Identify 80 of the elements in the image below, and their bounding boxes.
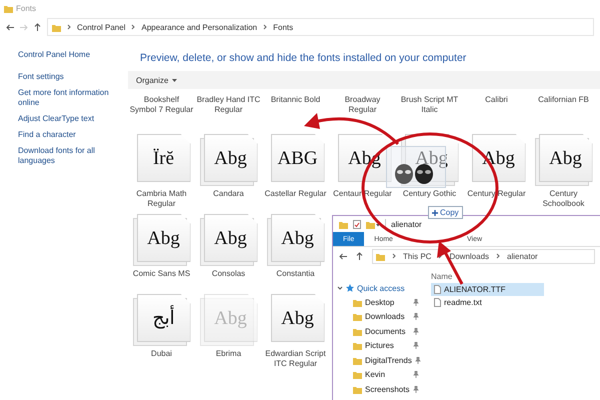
- font-sample: Ïrĕ: [152, 148, 174, 168]
- nav-item[interactable]: Documents: [365, 326, 410, 336]
- file-row[interactable]: readme.txt: [431, 296, 544, 309]
- pin-icon[interactable]: [413, 386, 419, 393]
- sidebar-link[interactable]: Get more font information online: [18, 88, 128, 108]
- dropdown-caret-icon: [172, 78, 178, 82]
- alien-head-icon: [395, 164, 413, 184]
- font-sample: Abg: [214, 308, 247, 328]
- star-icon: [346, 284, 354, 292]
- font-sample: Abg: [214, 228, 247, 248]
- nav-item[interactable]: Desktop: [365, 298, 410, 307]
- nav-item[interactable]: DigitalTrends: [365, 356, 412, 365]
- pin-icon[interactable]: [413, 298, 419, 306]
- column-header[interactable]: Name: [431, 269, 600, 283]
- font-sample: Abg: [147, 228, 180, 248]
- back-arrow-icon[interactable]: [339, 252, 347, 260]
- font-name: Bookshelf Symbol 7 Regular: [130, 95, 194, 116]
- breadcrumb-item[interactable]: Appearance and Personalization: [141, 22, 258, 32]
- font-name: Edwardian Script ITC Regular: [264, 349, 327, 369]
- font-name: Californian FB: [537, 95, 590, 106]
- breadcrumb-item[interactable]: This PC: [403, 252, 432, 260]
- up-arrow-icon[interactable]: [356, 252, 363, 260]
- font-sample: Abg: [281, 228, 314, 248]
- pin-icon[interactable]: [413, 342, 419, 350]
- font-name: Britannic Bold: [270, 95, 322, 106]
- nav-item[interactable]: Pictures: [365, 341, 410, 350]
- file-name: ALIENATOR.TTF: [444, 285, 506, 294]
- font-name: Dubai: [150, 349, 173, 360]
- pin-icon[interactable]: [413, 328, 419, 335]
- pin-icon[interactable]: [413, 313, 419, 320]
- file-name: readme.txt: [444, 298, 482, 307]
- fonts-folder-icon: [52, 22, 61, 32]
- font-name: Brush Script MT Italic: [400, 95, 460, 116]
- breadcrumb-item[interactable]: alienator: [507, 252, 538, 260]
- font-sample: Abg: [214, 148, 247, 168]
- nav-item[interactable]: Kevin: [365, 370, 410, 380]
- font-sample: Abg: [281, 308, 314, 328]
- breadcrumb-item[interactable]: Fonts: [273, 22, 294, 32]
- pin-icon[interactable]: [413, 371, 419, 378]
- folder-dropdown-icon[interactable]: [366, 220, 380, 228]
- font-name: Centaur Regular: [332, 189, 393, 200]
- sidebar-link[interactable]: Download fonts for all languages: [18, 146, 128, 166]
- copy-label: Copy: [440, 208, 459, 217]
- font-name: Comic Sans MS: [132, 269, 192, 280]
- plus-icon: [432, 210, 438, 216]
- font-name: Castellar Regular: [264, 189, 328, 200]
- sidebar-link[interactable]: Font settings: [18, 72, 128, 82]
- font-name: Century Schoolbook: [542, 189, 586, 209]
- font-name: Candara: [212, 189, 245, 200]
- font-sample: ABG: [277, 148, 318, 168]
- font-name: Ebrima: [214, 349, 242, 360]
- file-row[interactable]: ALIENATOR.TTF: [431, 283, 544, 296]
- breadcrumb-item[interactable]: Control Panel: [77, 22, 126, 32]
- font-name: Broadway Regular: [344, 95, 382, 116]
- expand-chevron-icon[interactable]: [337, 286, 343, 290]
- font-sample: Abg: [549, 148, 582, 168]
- sidebar-link[interactable]: Find a character: [18, 130, 128, 140]
- font-name: Cambria Math Regular: [135, 189, 188, 209]
- nav-item[interactable]: Quick access: [357, 284, 405, 292]
- nav-item[interactable]: Screenshots: [365, 384, 410, 394]
- properties-icon[interactable]: [353, 220, 361, 228]
- folder-icon: [339, 220, 348, 228]
- fonts-folder-icon: [4, 4, 13, 12]
- font-name: Century Gothic: [402, 189, 458, 200]
- font-name: Bradley Hand ITC Regular: [196, 95, 260, 116]
- organize-button[interactable]: Organize: [130, 74, 184, 86]
- nav-item[interactable]: Downloads: [365, 312, 410, 322]
- folder-icon: [376, 252, 385, 260]
- font-name: Constantia: [275, 269, 316, 280]
- sidebar-link[interactable]: Control Panel Home: [18, 50, 128, 60]
- font-name: Consolas: [210, 269, 246, 280]
- window-title: alienator: [391, 220, 422, 228]
- up-arrow-icon[interactable]: [34, 23, 41, 31]
- back-arrow-icon[interactable]: [6, 24, 14, 30]
- sidebar-link[interactable]: Adjust ClearType text: [18, 114, 128, 124]
- window-title: Fonts: [16, 4, 36, 12]
- pin-icon[interactable]: [414, 356, 421, 364]
- font-name: Calibri: [484, 95, 509, 106]
- page-heading: Preview, delete, or show and hide the fonts installed on your computer: [139, 51, 468, 66]
- breadcrumb-item[interactable]: Downloads: [449, 252, 490, 260]
